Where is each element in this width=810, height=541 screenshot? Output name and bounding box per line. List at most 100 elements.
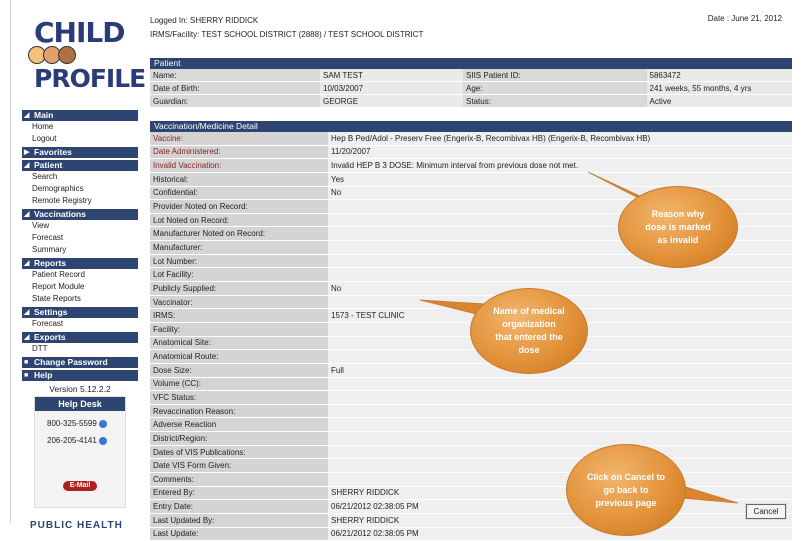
vaccination-field-value bbox=[328, 431, 792, 446]
nav-item-forecast[interactable]: Forecast bbox=[22, 318, 138, 330]
vaccination-row: Comments: bbox=[150, 472, 792, 487]
vaccination-field-value bbox=[328, 254, 792, 269]
nav-section-exports[interactable]: ◢ Exports bbox=[22, 332, 138, 343]
vaccination-field-label: Anatomical Site: bbox=[150, 336, 328, 351]
patient-field-value: SAM TEST bbox=[320, 69, 464, 82]
nav-section-help[interactable]: ■ Help bbox=[22, 370, 138, 381]
vaccination-field-value bbox=[328, 404, 792, 419]
nav-item-report-module[interactable]: Report Module bbox=[22, 281, 138, 293]
patient-field-value: 5863472 bbox=[646, 69, 792, 82]
nav-section-reports[interactable]: ◢ Reports bbox=[22, 258, 138, 269]
vaccination-row: Revaccination Reason: bbox=[150, 404, 792, 419]
vaccination-field-value: No bbox=[328, 281, 792, 296]
nav-section-main[interactable]: ◢ Main bbox=[22, 110, 138, 121]
vaccination-field-label: Lot Facility: bbox=[150, 267, 328, 283]
vaccination-row: Entry Date: 06/21/2012 02:38:05 PM bbox=[150, 499, 792, 514]
vaccination-field-label: IRMS: bbox=[150, 308, 328, 323]
triangle-down-icon: ◢ bbox=[24, 260, 30, 267]
phone-row-2: 206-205-4141 bbox=[47, 436, 125, 445]
email-button[interactable]: E-Mail bbox=[63, 481, 97, 491]
vaccination-row: Vaccinator: bbox=[150, 295, 792, 310]
triangle-right-icon: ▶ bbox=[24, 149, 30, 156]
nav-section-label: Favorites bbox=[34, 147, 72, 157]
patient-field-label: SIIS Patient ID: bbox=[463, 69, 647, 82]
vaccination-field-label: Revaccination Reason: bbox=[150, 404, 328, 419]
nav-item-patient-record[interactable]: Patient Record bbox=[22, 269, 138, 281]
vaccination-row: Invalid Vaccination: Invalid HEP B 3 DOSE… bbox=[150, 158, 792, 173]
nav-section-favorites[interactable]: ▶ Favorites bbox=[22, 147, 138, 158]
vaccination-field-label: Dates of VIS Publications: bbox=[150, 445, 328, 460]
vaccination-field-value bbox=[328, 445, 792, 460]
child-profile-logo: CHILD PROFILE bbox=[22, 8, 146, 98]
nav-item-demographics[interactable]: Demographics bbox=[22, 183, 138, 195]
patient-field-label: Age: bbox=[463, 81, 647, 95]
vaccination-field-label: Entered By: bbox=[150, 486, 328, 501]
nav-section-vaccinations[interactable]: ◢ Vaccinations bbox=[22, 209, 138, 220]
nav-item-remote-registry[interactable]: Remote Registry bbox=[22, 195, 138, 207]
vaccination-field-label: District/Region: bbox=[150, 431, 328, 446]
vaccination-field-label: Adverse Reaction bbox=[150, 417, 328, 433]
vaccination-field-value bbox=[328, 390, 792, 405]
vaccination-row: Dose Size: Full bbox=[150, 363, 792, 378]
vaccination-field-label: Historical: bbox=[150, 172, 328, 187]
callout-invalid-reason-text: Reason why dose is marked as invalid bbox=[645, 208, 711, 245]
callout-medical-organization-text: Name of medical organization that entere… bbox=[493, 306, 565, 355]
patient-field-value: 241 weeks, 55 months, 4 yrs bbox=[646, 81, 792, 95]
phone-row-1: 800-325-5599 bbox=[47, 419, 125, 428]
cancel-button[interactable]: Cancel bbox=[746, 504, 786, 519]
vaccination-field-label: Facility: bbox=[150, 322, 328, 337]
vaccination-field-label: Lot Noted on Record: bbox=[150, 213, 328, 228]
nav-item-dtt[interactable]: DTT bbox=[22, 343, 138, 355]
patient-row: Name: SAM TEST SIIS Patient ID: 5863472 bbox=[150, 69, 792, 82]
patient-section: Patient Name: SAM TEST SIIS Patient ID: 586… bbox=[150, 58, 792, 108]
vaccination-field-value: Hep B Ped/Adol - Preserv Free (Engerix-B… bbox=[328, 132, 792, 146]
nav-item-state-reports[interactable]: State Reports bbox=[22, 293, 138, 305]
vaccination-field-label: Manufacturer: bbox=[150, 240, 328, 255]
vaccination-field-value bbox=[328, 458, 792, 474]
nav-item-home[interactable]: Home bbox=[22, 121, 138, 133]
vaccination-field-label: Invalid Vaccination: bbox=[150, 158, 328, 173]
nav-item-search[interactable]: Search bbox=[22, 171, 138, 183]
vaccination-field-label: Last Updated By: bbox=[150, 513, 328, 528]
square-bullet-icon: ■ bbox=[24, 359, 29, 366]
nav-section-label: Reports bbox=[34, 258, 67, 268]
triangle-down-icon: ◢ bbox=[24, 334, 30, 341]
nav-section-settings[interactable]: ◢ Settings bbox=[22, 307, 138, 318]
phone-icon bbox=[98, 419, 107, 428]
vaccination-field-label: Date Administered: bbox=[150, 145, 328, 160]
logo-text-child: CHILD bbox=[34, 16, 125, 49]
callout-cancel: Click on Cancel to go back to previous p… bbox=[566, 444, 686, 536]
vaccination-field-label: Publicly Supplied: bbox=[150, 281, 328, 296]
triangle-down-icon: ◢ bbox=[24, 309, 30, 316]
vaccination-row: Entered By: SHERRY RIDDICK bbox=[150, 486, 792, 501]
vaccination-row: Last Update: 06/21/2012 02:38:05 PM bbox=[150, 527, 792, 541]
vaccination-field-value: 06/21/2012 02:38:05 PM bbox=[328, 499, 792, 514]
nav-item-logout[interactable]: Logout bbox=[22, 133, 138, 145]
vaccination-row: District/Region: bbox=[150, 431, 792, 446]
patient-row: Guardian: GEORGE Status: Active bbox=[150, 94, 792, 108]
vaccination-row: Last Updated By: SHERRY RIDDICK bbox=[150, 513, 792, 528]
nav-section-label: Vaccinations bbox=[34, 209, 86, 219]
vaccination-field-label: Dose Size: bbox=[150, 363, 328, 378]
patient-info-table: Name: SAM TEST SIIS Patient ID: 5863472 Date… bbox=[150, 69, 792, 108]
nav-item-view[interactable]: View bbox=[22, 220, 138, 232]
kids-faces-icon bbox=[28, 46, 76, 64]
nav-section-label: Main bbox=[34, 110, 54, 120]
logo-text-profile: PROFILE bbox=[34, 64, 146, 93]
vaccination-field-label: Lot Number: bbox=[150, 254, 328, 269]
vaccination-field-label: Confidential: bbox=[150, 186, 328, 201]
vaccination-row: Publicly Supplied: No bbox=[150, 281, 792, 296]
vaccination-row: Adverse Reaction bbox=[150, 417, 792, 433]
nav-item-forecast[interactable]: Forecast bbox=[22, 232, 138, 244]
nav-section-change-password[interactable]: ■ Change Password bbox=[22, 357, 138, 368]
nav-item-summary[interactable]: Summary bbox=[22, 244, 138, 256]
version-text: Version 5.12.2.2 bbox=[49, 384, 111, 394]
callout-medical-organization: Name of medical organization that entere… bbox=[470, 288, 588, 374]
vaccination-field-value bbox=[328, 472, 792, 487]
vaccination-field-value: No bbox=[328, 186, 792, 201]
vaccination-field-value bbox=[328, 417, 792, 433]
nav-section-patient[interactable]: ◢ Patient bbox=[22, 160, 138, 171]
vaccination-row: Historical: Yes bbox=[150, 172, 792, 187]
vaccination-field-label: Entry Date: bbox=[150, 499, 328, 514]
facility-text: IRMS/Facility: TEST SCHOOL DISTRICT (288… bbox=[150, 30, 424, 39]
